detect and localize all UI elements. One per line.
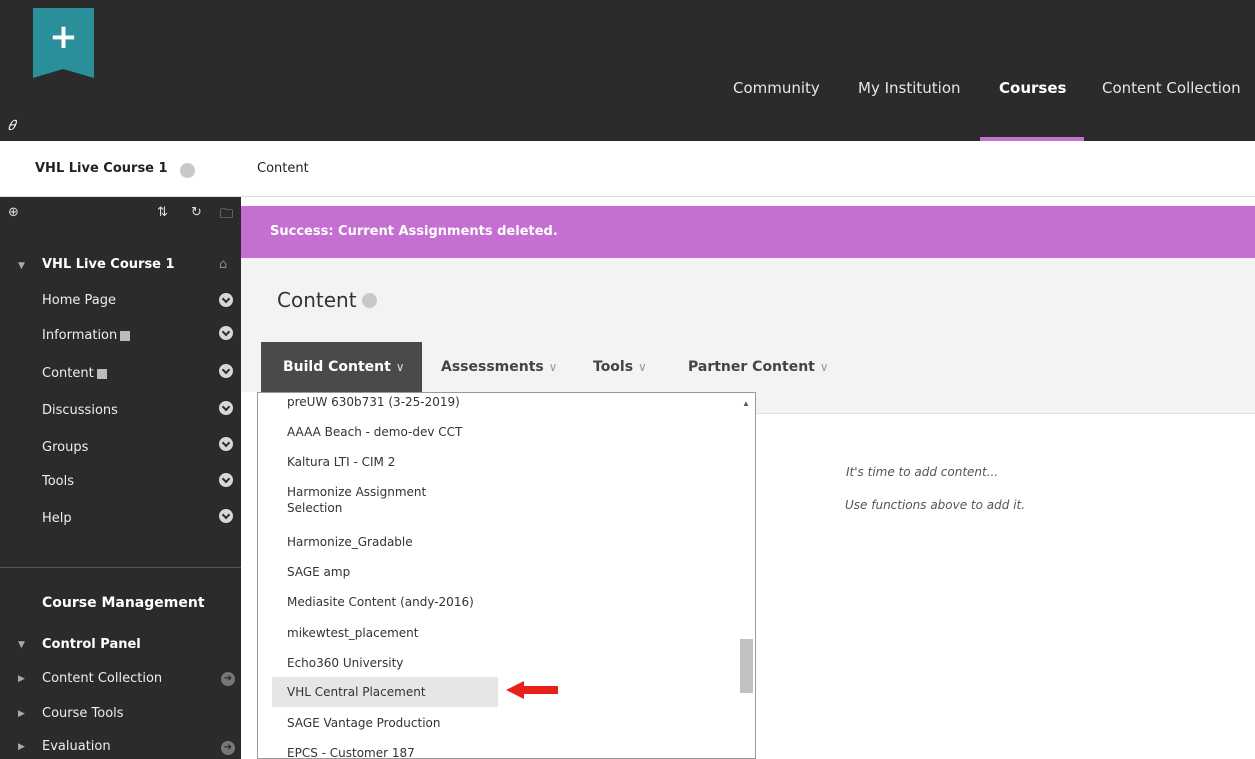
breadcrumb-page: Content <box>257 161 309 176</box>
cp-item-course-tools[interactable]: Course Tools <box>42 706 124 721</box>
collapse-triangle-icon[interactable]: ▼ <box>18 640 25 650</box>
tools-button[interactable]: Tools ∨ <box>593 359 647 375</box>
control-panel-title[interactable]: Control Panel <box>42 637 141 652</box>
expand-triangle-icon[interactable]: ▶ <box>18 742 25 752</box>
menu-item[interactable]: SAGE Vantage Production <box>287 715 727 731</box>
tab-content-collection[interactable]: Content Collection <box>1102 79 1241 99</box>
scroll-up-arrow-icon[interactable]: ▲ <box>742 399 750 408</box>
sidebar-item-home-page[interactable]: Home Page <box>42 293 116 308</box>
menu-item[interactable]: Harmonize_Gradable <box>287 534 727 550</box>
content-header-strip <box>756 392 1255 414</box>
sidebar-item-label: Content <box>42 366 94 381</box>
sidebar-item-discussions[interactable]: Discussions <box>42 403 118 418</box>
breadcrumb-course[interactable]: VHL Live Course 1 <box>35 161 168 176</box>
hidden-tag-icon <box>120 330 131 341</box>
chevron-down-icon[interactable] <box>180 163 195 178</box>
sidebar-course-title[interactable]: VHL Live Course 1 <box>42 257 175 272</box>
menu-item-highlighted[interactable]: VHL Central Placement <box>272 677 498 707</box>
cp-item-content-collection[interactable]: Content Collection <box>42 671 162 686</box>
tools-label: Tools <box>593 359 634 375</box>
page-header: Content <box>241 258 1255 342</box>
empty-message-line2: Use functions above to add it. <box>845 498 1026 512</box>
cp-item-evaluation[interactable]: Evaluation <box>42 739 111 754</box>
build-content-label: Build Content <box>283 359 391 375</box>
partner-content-button[interactable]: Partner Content ∨ <box>688 359 829 375</box>
expand-triangle-icon[interactable]: ▶ <box>18 709 25 719</box>
chevron-down-icon[interactable] <box>219 401 233 415</box>
add-menu-item-icon[interactable]: ⊕ <box>8 205 19 220</box>
menu-item[interactable]: Echo360 University <box>287 655 727 671</box>
folder-view-icon[interactable]: 🗀 <box>220 205 233 227</box>
chevron-down-icon[interactable] <box>219 437 233 451</box>
menu-item[interactable]: Harmonize Assignment Selection <box>287 484 462 516</box>
red-pointer-arrow-icon <box>506 681 558 699</box>
arrow-right-icon[interactable]: ➜ <box>221 741 235 755</box>
arrow-right-icon[interactable]: ➜ <box>221 672 235 686</box>
menu-item[interactable]: Mediasite Content (andy-2016) <box>287 594 727 610</box>
add-logo-icon[interactable]: + <box>33 8 94 78</box>
assessments-label: Assessments <box>441 359 544 375</box>
chevron-down-icon: ∨ <box>548 360 558 374</box>
build-content-dropdown: preUW 630b731 (3-25-2019) AAAA Beach - d… <box>257 392 756 759</box>
action-bar: Build Content ∨ Assessments ∨ Tools ∨ Pa… <box>241 342 1255 392</box>
sidebar-item-groups[interactable]: Groups <box>42 440 88 455</box>
build-content-button[interactable]: Build Content ∨ <box>261 342 422 392</box>
chevron-down-icon[interactable] <box>219 509 233 523</box>
chevron-down-icon[interactable] <box>219 293 233 307</box>
scrollbar-thumb[interactable] <box>740 639 753 693</box>
chevron-down-icon[interactable] <box>219 364 233 378</box>
empty-message-line1: It's time to add content... <box>846 465 999 479</box>
chevron-down-icon[interactable] <box>219 326 233 340</box>
home-icon: ⌂ <box>219 257 228 272</box>
sidebar-item-tools[interactable]: Tools <box>42 474 74 489</box>
chevron-down-icon: ∨ <box>395 360 405 374</box>
tab-community[interactable]: Community <box>733 79 820 99</box>
partner-content-label: Partner Content <box>688 359 815 375</box>
menu-item[interactable]: AAAA Beach - demo-dev CCT <box>287 424 727 440</box>
refresh-icon[interactable]: ↻ <box>191 205 202 220</box>
sidebar-item-label: Information <box>42 328 118 343</box>
menu-item[interactable]: Kaltura LTI - CIM 2 <box>287 454 727 470</box>
expand-triangle-icon[interactable]: ▶ <box>18 674 25 684</box>
top-navigation-bar: + 𝜃 Community My Institution Courses Con… <box>0 0 1255 141</box>
dropdown-scrollbar[interactable]: ▲ <box>738 393 755 758</box>
assessments-button[interactable]: Assessments ∨ <box>441 359 557 375</box>
chevron-down-icon[interactable] <box>219 473 233 487</box>
sidebar-item-content[interactable]: Content <box>42 366 107 381</box>
success-message: Success: Current Assignments deleted. <box>270 224 558 239</box>
tab-courses[interactable]: Courses <box>999 79 1066 99</box>
breadcrumb: VHL Live Course 1 Content <box>0 141 1255 197</box>
plus-glyph: + <box>49 17 78 57</box>
menu-item[interactable]: EPCS - Customer 187 <box>287 745 727 758</box>
success-banner: Success: Current Assignments deleted. <box>241 206 1255 258</box>
collapse-triangle-icon[interactable]: ▼ <box>18 261 25 271</box>
sidebar-item-help[interactable]: Help <box>42 511 72 526</box>
menu-item[interactable]: mikewtest_placement <box>287 625 727 641</box>
hidden-tag-icon <box>96 368 107 379</box>
chevron-down-icon[interactable] <box>362 293 377 308</box>
course-menu-sidebar: ⊕ ⇅ ↻ 🗀 ▼ VHL Live Course 1 ⌂ Home Page … <box>0 197 241 759</box>
reorder-icon[interactable]: ⇅ <box>157 205 168 220</box>
sidebar-divider <box>0 567 241 568</box>
page-title: Content <box>277 288 357 312</box>
menu-item[interactable]: preUW 630b731 (3-25-2019) <box>287 394 727 410</box>
sidebar-item-information[interactable]: Information <box>42 328 131 343</box>
chevron-down-icon: ∨ <box>819 360 829 374</box>
course-management-title: Course Management <box>42 595 205 611</box>
tab-my-institution[interactable]: My Institution <box>858 79 961 99</box>
link-icon[interactable]: 𝜃 <box>8 118 15 134</box>
chevron-down-icon: ∨ <box>637 360 647 374</box>
menu-item[interactable]: SAGE amp <box>287 564 727 580</box>
